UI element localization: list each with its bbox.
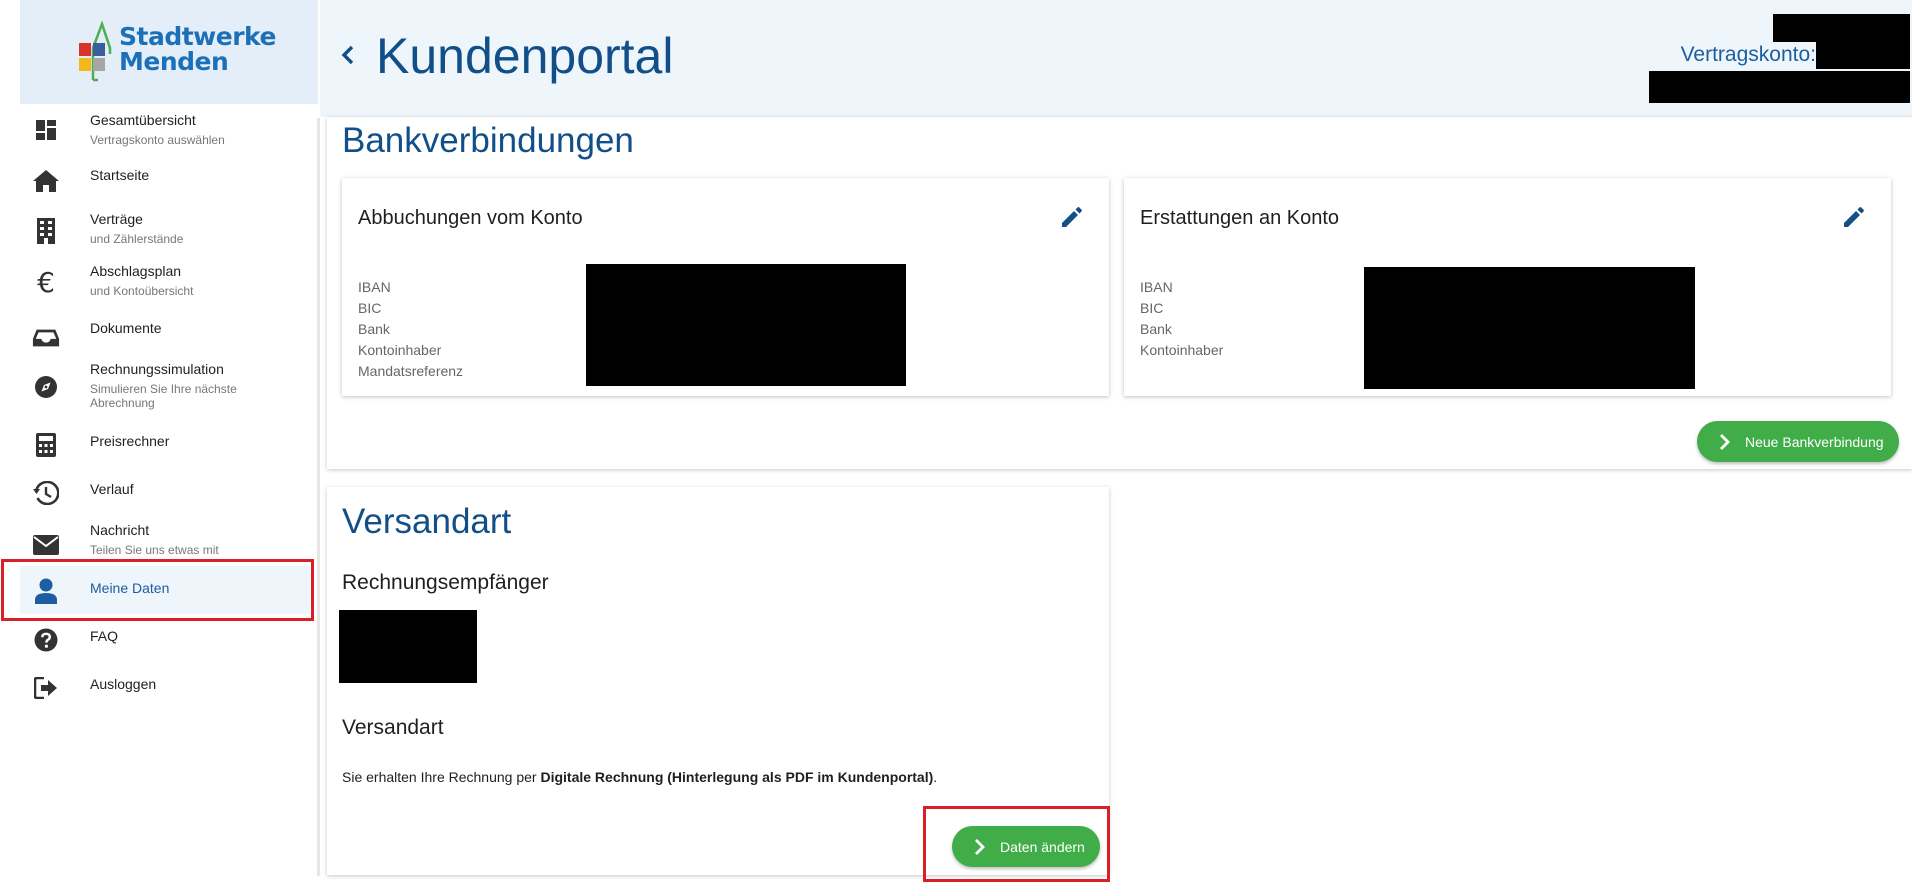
- sidebar-item-sub: Teilen Sie uns etwas mit: [90, 543, 219, 557]
- highlight-meine-daten: [1, 559, 314, 621]
- sidebar-item-dokumente[interactable]: Dokumente: [20, 316, 310, 360]
- sidebar-item-sub: und Kontoübersicht: [90, 284, 194, 298]
- page-title: Kundenportal: [376, 28, 674, 84]
- sidebar-item-label: Rechnungssimulation: [90, 361, 224, 377]
- debit-field-labels: IBAN BIC Bank Kontoinhaber Mandatsrefere…: [358, 279, 464, 379]
- shipping-section-title: Versandart: [342, 502, 512, 541]
- edit-refund-button[interactable]: [1839, 202, 1869, 232]
- redacted-address: [1649, 71, 1910, 103]
- sidebar-item-sub: Vertragskonto auswählen: [90, 133, 225, 147]
- refund-account-card: Erstattungen an Konto IBAN BIC Bank Kont…: [1124, 178, 1891, 396]
- sidebar-item-label: FAQ: [90, 628, 119, 644]
- new-bank-connection-label: Neue Bankverbindung: [1745, 433, 1884, 450]
- new-bank-connection-button[interactable]: Neue Bankverbindung: [1697, 421, 1899, 462]
- edit-debit-button[interactable]: [1057, 202, 1087, 232]
- sidebar-item-preisrechner[interactable]: Preisrechner: [20, 421, 310, 465]
- dashboard-icon: [32, 116, 60, 144]
- sidebar-item-label: Dokumente: [90, 320, 162, 336]
- debit-account-card: Abbuchungen vom Konto IBAN BIC Bank Kont…: [342, 178, 1109, 396]
- sidebar-item-rechnungssimulation[interactable]: Rechnungssimulation Simulieren Sie Ihre …: [20, 361, 310, 413]
- sidebar-item-sub: und Zählerstände: [90, 232, 184, 246]
- sidebar-item-verlauf[interactable]: Verlauf: [20, 469, 310, 513]
- sidebar-item-label: Startseite: [90, 167, 150, 183]
- sidebar-item-abschlagsplan[interactable]: € Abschlagsplan und Kontoübersicht: [20, 259, 310, 303]
- shipping-method-value: Digitale Rechnung (Hinterlegung als PDF …: [540, 769, 934, 785]
- shipping-method-text: Sie erhalten Ihre Rechnung per Digitale …: [342, 769, 938, 785]
- sidebar-item-startseite[interactable]: Startseite: [20, 159, 310, 203]
- back-chevron-icon[interactable]: [336, 40, 360, 70]
- euro-icon: €: [37, 266, 55, 299]
- sidebar-item-label: Verlauf: [90, 481, 134, 497]
- sidebar-item-vertraege[interactable]: Verträge und Zählerstände: [20, 207, 310, 251]
- mail-icon: [32, 531, 60, 559]
- refund-card-title: Erstattungen an Konto: [1140, 207, 1340, 229]
- sidebar-item-gesamtuebersicht[interactable]: Gesamtübersicht Vertragskonto auswählen: [20, 108, 310, 152]
- calculator-icon: [32, 431, 60, 459]
- debit-card-title: Abbuchungen vom Konto: [358, 207, 583, 229]
- method-heading: Versandart: [342, 716, 444, 739]
- logo[interactable]: Stadtwerke Menden: [20, 0, 318, 104]
- sidebar-item-label: Ausloggen: [90, 676, 157, 692]
- redacted-customer-name: [1773, 14, 1910, 42]
- sidebar-item-faq[interactable]: FAQ: [20, 616, 310, 660]
- compass-icon: [32, 373, 60, 401]
- logo-squares-icon: [79, 43, 107, 75]
- sidebar-divider: [317, 118, 320, 876]
- account-label: Vertragskonto:: [1680, 43, 1816, 66]
- pencil-icon: [1062, 207, 1082, 227]
- inbox-icon: [32, 324, 60, 352]
- building-icon: [32, 217, 60, 245]
- refund-field-labels: IBAN BIC Bank Kontoinhaber: [1140, 279, 1224, 358]
- redacted-recipient: [339, 610, 477, 683]
- sidebar-item-ausloggen[interactable]: Ausloggen: [20, 664, 310, 708]
- bank-section-title: Bankverbindungen: [342, 121, 634, 160]
- logout-icon: [32, 674, 60, 702]
- sidebar-item-label: Gesamtübersicht: [90, 112, 196, 128]
- home-icon: [32, 167, 60, 195]
- redacted-account-number: [1816, 42, 1910, 69]
- history-icon: [32, 479, 60, 507]
- sidebar-item-label: Verträge: [90, 211, 143, 227]
- help-icon: [32, 626, 60, 654]
- redacted-refund-values: [1364, 267, 1695, 389]
- sidebar-item-label: Preisrechner: [90, 433, 170, 449]
- recipient-heading: Rechnungsempfänger: [342, 571, 549, 594]
- chevron-right-icon: [1719, 433, 1731, 451]
- redacted-debit-values: [586, 264, 906, 386]
- sidebar-item-label: Nachricht: [90, 522, 150, 538]
- highlight-change-data: [923, 806, 1110, 882]
- sidebar-item-label: Abschlagsplan: [90, 263, 182, 279]
- pencil-icon: [1844, 207, 1864, 227]
- logo-wordmark: Stadtwerke Menden: [119, 22, 276, 76]
- sidebar-item-sub: Simulieren Sie Ihre nächste Abrechnung: [90, 382, 237, 410]
